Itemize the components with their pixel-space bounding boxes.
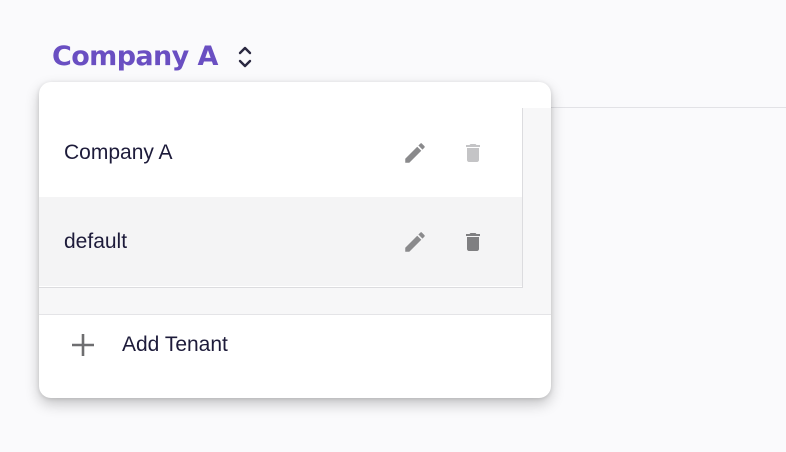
tenant-name: default (64, 229, 128, 253)
pencil-icon (405, 231, 425, 252)
delete-tenant-button[interactable] (459, 228, 487, 256)
edit-tenant-button[interactable] (401, 228, 429, 256)
tenant-list: Company A default (39, 108, 551, 314)
tenant-list-scroll-area[interactable]: Company A default (39, 108, 523, 288)
current-tenant-name: Company A (52, 41, 218, 72)
tenant-item-default[interactable]: default (39, 197, 522, 286)
delete-tenant-button[interactable] (459, 139, 487, 167)
add-tenant-label: Add Tenant (122, 333, 228, 356)
plus-icon (72, 334, 94, 356)
tenant-selector[interactable]: Company A (52, 38, 252, 76)
page-header-divider (520, 107, 786, 108)
tenant-item-company-a[interactable]: Company A (39, 108, 522, 197)
tenant-menu: Company A default Add Tenant (39, 82, 551, 398)
unfold-more-icon (238, 43, 252, 71)
add-tenant-button[interactable]: Add Tenant (39, 315, 551, 375)
pencil-icon (405, 142, 425, 163)
edit-tenant-button[interactable] (401, 139, 429, 167)
trash-icon (466, 232, 480, 251)
trash-icon (466, 143, 480, 162)
tenant-name: Company A (64, 140, 173, 164)
